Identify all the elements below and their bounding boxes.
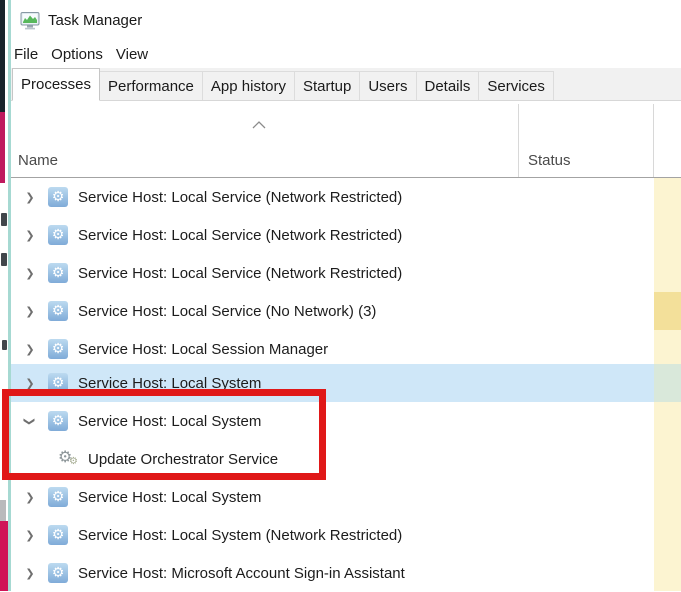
process-row[interactable]: Service Host: Microsoft Account Sign-in … xyxy=(11,554,654,592)
process-name: Service Host: Local Service (Network Res… xyxy=(78,188,403,206)
background-text-fragment xyxy=(1,253,7,266)
service-gear-icon xyxy=(48,373,68,393)
process-name: Service Host: Local System (Network Rest… xyxy=(78,526,403,544)
service-gear-icon xyxy=(48,411,68,431)
service-gear-icon xyxy=(48,525,68,545)
column-header-status[interactable]: Status xyxy=(528,152,571,169)
tab-strip: Processes Performance App history Startu… xyxy=(11,68,681,101)
tab-services[interactable]: Services xyxy=(478,71,554,100)
process-row[interactable]: Service Host: Local System (Network Rest… xyxy=(11,516,654,554)
process-row[interactable]: Update Orchestrator Service xyxy=(11,440,654,478)
process-row[interactable]: Service Host: Local System xyxy=(11,478,654,516)
expander-icon[interactable] xyxy=(20,330,40,368)
tab-details[interactable]: Details xyxy=(415,71,480,100)
screenshot-root: Task Manager File Options View Processes… xyxy=(0,0,681,591)
expander-icon[interactable] xyxy=(20,516,40,554)
service-gear-icon xyxy=(48,263,68,283)
tab-users[interactable]: Users xyxy=(359,71,417,100)
expander-icon[interactable] xyxy=(20,554,40,592)
process-name: Service Host: Local Service (No Network)… xyxy=(78,302,377,320)
service-gear-icon xyxy=(48,563,68,583)
expander-icon[interactable] xyxy=(20,364,40,402)
menu-view[interactable]: View xyxy=(116,46,148,63)
update-orchestrator-icon xyxy=(58,447,82,470)
expander-icon[interactable] xyxy=(20,178,40,216)
service-gear-icon xyxy=(48,225,68,245)
process-row[interactable]: Service Host: Local System xyxy=(11,364,654,402)
tab-processes[interactable]: Processes xyxy=(12,68,101,101)
process-name: Service Host: Local Service (Network Res… xyxy=(78,264,403,282)
background-window-fragment xyxy=(0,521,8,591)
service-gear-icon xyxy=(48,339,68,359)
process-row[interactable]: Service Host: Local Service (No Network)… xyxy=(11,292,654,330)
title-bar[interactable]: Task Manager xyxy=(11,0,681,40)
menu-options[interactable]: Options xyxy=(51,46,103,63)
background-window-fragment xyxy=(0,112,5,183)
task-manager-window: Task Manager File Options View Processes… xyxy=(11,0,681,591)
process-row[interactable]: Service Host: Local System xyxy=(11,402,654,440)
background-window-fragment xyxy=(0,500,6,521)
process-name: Service Host: Local System xyxy=(78,412,262,430)
process-name: Service Host: Local Service (Network Res… xyxy=(78,226,403,244)
column-divider[interactable] xyxy=(653,104,654,178)
cpu-heat-cell xyxy=(654,292,681,330)
menu-file[interactable]: File xyxy=(14,46,38,63)
sort-ascending-icon xyxy=(252,121,266,129)
service-gear-icon xyxy=(48,487,68,507)
expander-icon[interactable] xyxy=(20,402,40,440)
expander-icon[interactable] xyxy=(20,254,40,292)
background-text-fragment xyxy=(1,213,7,226)
tab-app-history[interactable]: App history xyxy=(201,71,295,100)
cpu-heat-cell-selected xyxy=(654,364,681,402)
process-row[interactable]: Service Host: Local Service (Network Res… xyxy=(11,216,654,254)
menu-bar: File Options View xyxy=(11,40,681,68)
window-title: Task Manager xyxy=(48,11,143,29)
expander-icon[interactable] xyxy=(20,478,40,516)
background-window-fragment xyxy=(0,0,5,112)
process-row[interactable]: Service Host: Local Session Manager xyxy=(11,330,654,368)
service-gear-icon xyxy=(48,301,68,321)
process-name: Service Host: Microsoft Account Sign-in … xyxy=(78,564,405,582)
task-manager-icon xyxy=(20,12,40,30)
tab-startup[interactable]: Startup xyxy=(293,71,361,100)
background-text-fragment xyxy=(2,340,7,350)
process-row[interactable]: Service Host: Local Service (Network Res… xyxy=(11,178,654,216)
process-name: Service Host: Local Session Manager xyxy=(78,340,329,358)
process-name: Service Host: Local System xyxy=(78,488,262,506)
process-row[interactable]: Service Host: Local Service (Network Res… xyxy=(11,254,654,292)
service-gear-icon xyxy=(48,187,68,207)
column-header-name[interactable]: Name xyxy=(18,152,58,169)
expander-icon[interactable] xyxy=(20,292,40,330)
process-name: Service Host: Local System xyxy=(78,374,262,392)
expander-icon[interactable] xyxy=(20,216,40,254)
column-divider[interactable] xyxy=(518,104,519,178)
tab-performance[interactable]: Performance xyxy=(99,71,203,100)
process-name: Update Orchestrator Service xyxy=(88,450,279,468)
